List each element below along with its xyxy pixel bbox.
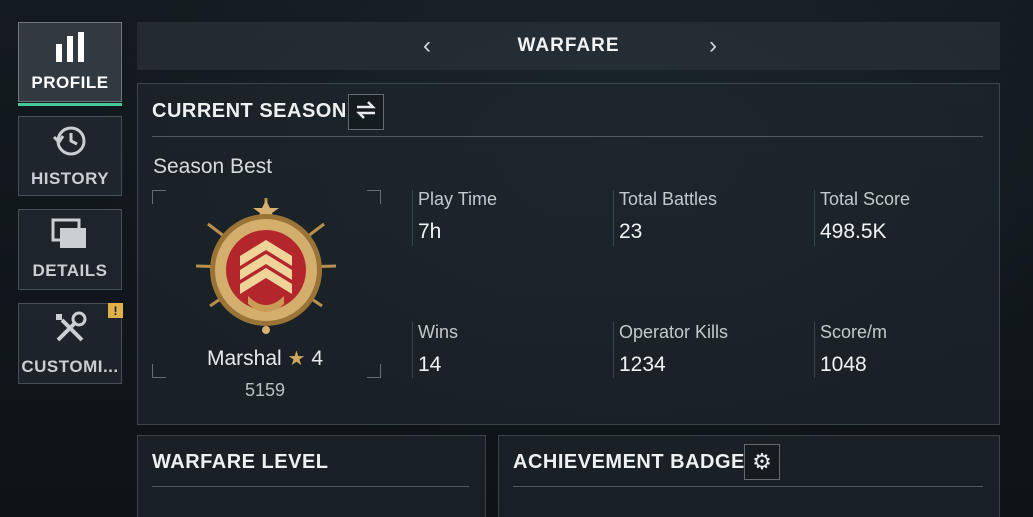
stat-value: 498.5K	[820, 220, 887, 243]
gear-icon: ⚙	[752, 449, 772, 474]
stat-total-battles: Total Battles 23	[619, 189, 717, 244]
stat-divider	[613, 322, 614, 378]
folders-icon	[51, 218, 89, 255]
stat-label: Play Time	[418, 189, 498, 209]
current-season-title: CURRENT SEASON	[152, 100, 347, 122]
stat-operator-kills: Operator Kills 1234	[619, 322, 728, 377]
swap-arrows-icon	[355, 100, 377, 124]
sidebar-tab-history[interactable]: HISTORY	[18, 116, 122, 196]
stat-divider	[814, 190, 815, 246]
divider	[152, 136, 983, 137]
stat-value: 23	[619, 220, 643, 243]
bar-chart-icon	[53, 31, 87, 67]
stat-play-time: Play Time 7h	[418, 189, 497, 244]
stat-value: 7h	[418, 220, 442, 243]
stat-total-score: Total Score 498.5K	[820, 189, 910, 244]
stat-divider	[814, 322, 815, 378]
stat-label: Score/m	[820, 322, 888, 342]
mode-header: ‹ WARFARE ›	[137, 22, 1000, 70]
stat-label: Operator Kills	[619, 322, 729, 342]
tools-icon	[52, 310, 88, 351]
stat-value: 1048	[820, 353, 867, 376]
season-best-label: Season Best	[153, 155, 273, 178]
warfare-level-title: WARFARE LEVEL	[152, 451, 329, 473]
swap-season-button[interactable]	[348, 94, 384, 130]
stat-value: 1234	[619, 353, 666, 376]
stat-divider	[412, 322, 413, 378]
sidebar-tab-label: PROFILE	[31, 72, 109, 92]
stat-divider	[412, 190, 413, 246]
chevron-right-icon[interactable]: ›	[699, 32, 727, 60]
stat-wins: Wins 14	[418, 322, 458, 377]
rank-title: Marshal ★ 4	[160, 346, 370, 371]
rank-score: 5159	[244, 380, 286, 400]
rank-tier: 4	[311, 347, 323, 370]
history-clock-icon	[52, 124, 88, 163]
sidebar-tab-label: DETAILS	[32, 261, 108, 280]
achievement-badge-title: ACHIEVEMENT BADGE	[513, 451, 745, 473]
sidebar-tab-profile[interactable]: PROFILE	[18, 22, 122, 106]
notification-badge: !	[108, 303, 123, 318]
stat-value: 14	[418, 353, 442, 376]
stat-label: Wins	[418, 322, 458, 342]
frame-corner	[152, 190, 166, 204]
sidebar-tab-label: HISTORY	[30, 168, 110, 188]
stat-divider	[613, 190, 614, 246]
star-icon: ★	[287, 348, 306, 370]
chevron-left-icon[interactable]: ‹	[413, 32, 441, 60]
rank-name: Marshal	[206, 347, 282, 370]
stat-label: Total Battles	[619, 189, 718, 209]
rank-medal-image	[188, 196, 344, 345]
stat-score-per-minute: Score/m 1048	[820, 322, 887, 377]
warfare-level-panel	[137, 435, 486, 517]
achievement-settings-button[interactable]: ⚙	[744, 444, 780, 480]
mode-title: WARFARE	[517, 35, 620, 56]
frame-corner	[367, 190, 381, 204]
stat-label: Total Score	[820, 189, 911, 209]
sidebar-tab-customize[interactable]: CUSTOMI... !	[18, 303, 123, 384]
divider	[152, 486, 469, 487]
sidebar-tab-label: CUSTOMI...	[21, 357, 119, 376]
divider	[513, 486, 983, 487]
sidebar-tab-details[interactable]: DETAILS	[18, 209, 122, 290]
